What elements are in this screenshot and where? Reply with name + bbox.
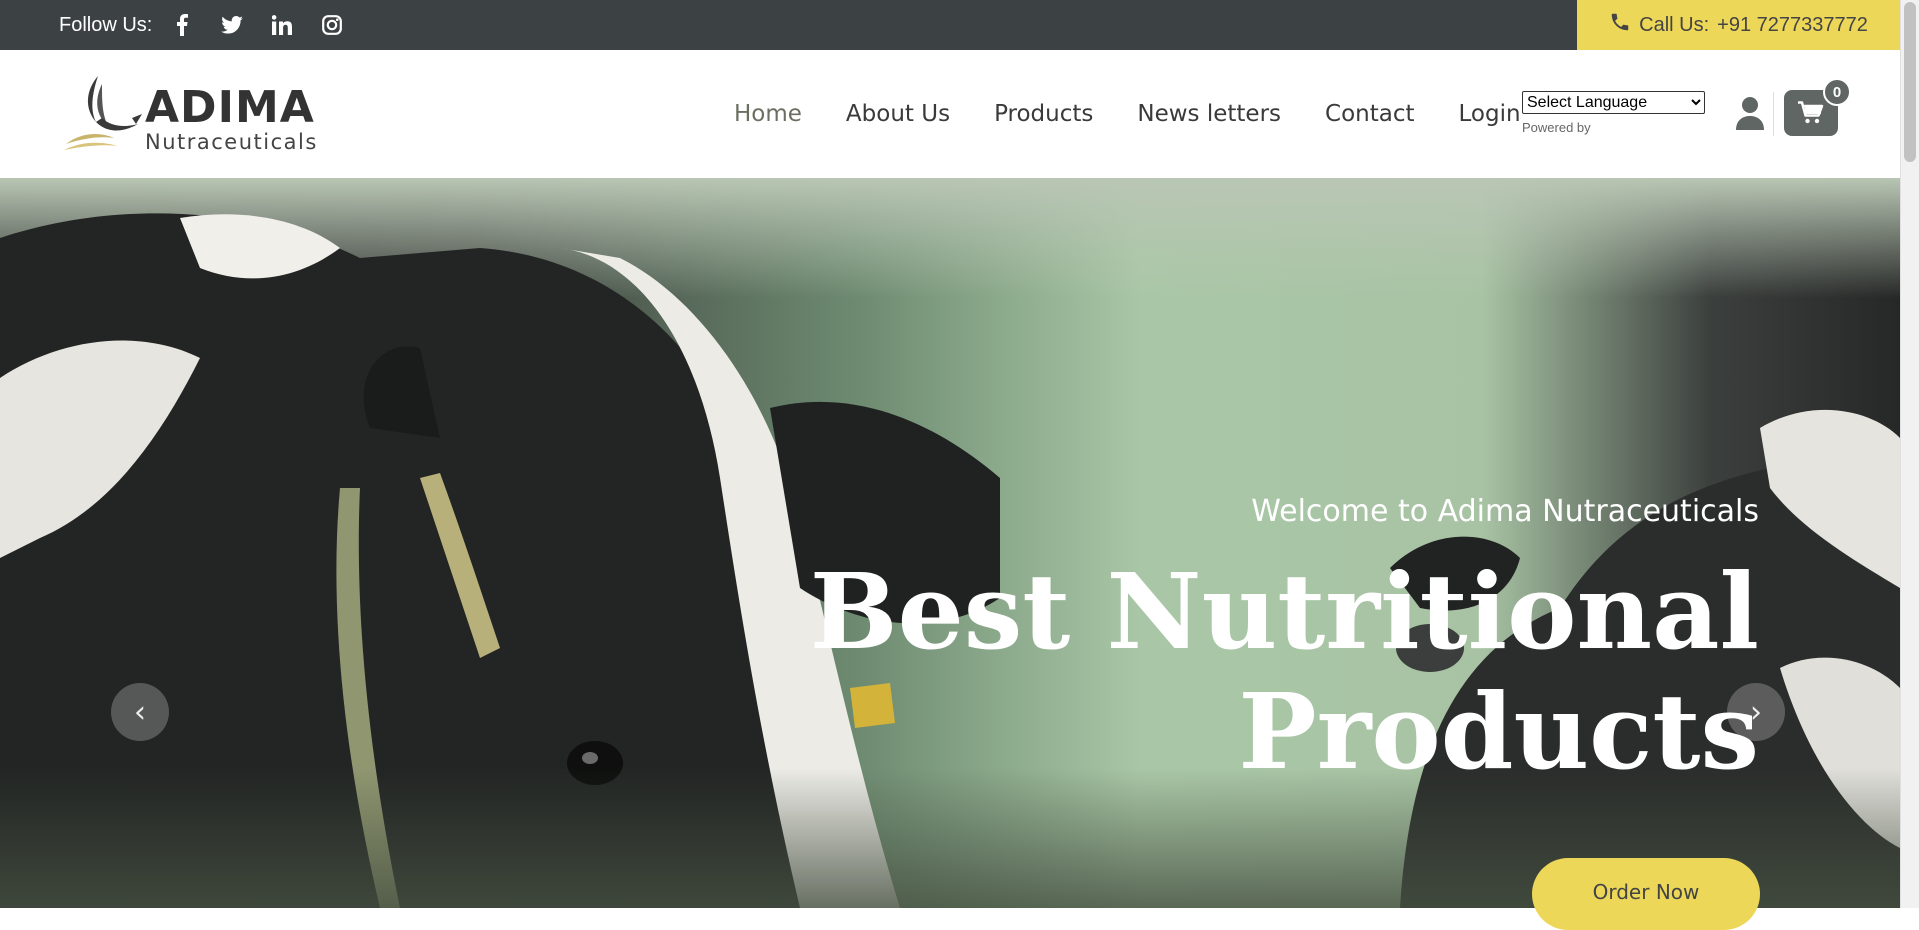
slider-prev-button[interactable]: ‹ [111,683,169,741]
linkedin-icon[interactable] [270,13,294,37]
call-us-box[interactable]: Call Us: +91 7277337772 [1577,0,1900,50]
hero-caption: Welcome to Adima Nutraceuticals Best Nut… [759,494,1759,824]
phone-icon [1609,11,1631,39]
chevron-left-icon: ‹ [134,694,146,730]
language-select[interactable]: Select Language [1522,91,1705,114]
cart-icon [1798,101,1824,124]
hero-headline-line1: Best Nutritional [809,550,1759,673]
hero-headline: Best Nutritional Products [810,552,1759,792]
header-divider [1773,92,1774,136]
nav-about-us[interactable]: About Us [824,101,972,127]
scrollbar-thumb[interactable] [1904,2,1916,162]
cart-count-badge: 0 [1823,78,1851,106]
follow-us: Follow Us: [59,0,344,50]
bird-logo-icon [64,76,142,150]
language-selector: Select Language Powered by [1522,91,1705,135]
page-scrollbar[interactable] [1900,0,1919,908]
logo-brand: ADIMA [145,82,315,133]
nav-newsletters[interactable]: News letters [1115,101,1303,127]
nav-home[interactable]: Home [712,101,824,127]
hero-headline-line2: Products [1238,670,1759,793]
social-links [170,13,344,37]
top-bar: Follow Us: Call Us: +91 7277337772 [0,0,1900,50]
site-logo[interactable]: ADIMA Nutraceuticals [62,74,316,154]
nav-products[interactable]: Products [972,101,1115,127]
twitter-icon[interactable] [220,13,244,37]
follow-us-label: Follow Us: [59,13,153,36]
main-nav: Home About Us Products News letters Cont… [712,50,1543,178]
phone-number[interactable]: +91 7277337772 [1717,14,1868,37]
instagram-icon[interactable] [320,13,344,37]
order-now-button[interactable]: Order Now [1532,858,1760,930]
site-header: ADIMA Nutraceuticals Home About Us Produ… [0,50,1900,178]
user-icon[interactable] [1735,94,1765,134]
facebook-icon[interactable] [170,13,194,37]
call-us-label: Call Us: [1639,13,1710,36]
nav-contact[interactable]: Contact [1303,101,1436,127]
powered-by: Powered by [1522,120,1591,135]
hero-welcome: Welcome to Adima Nutraceuticals [1251,494,1759,529]
logo-subtitle: Nutraceuticals [145,130,318,154]
